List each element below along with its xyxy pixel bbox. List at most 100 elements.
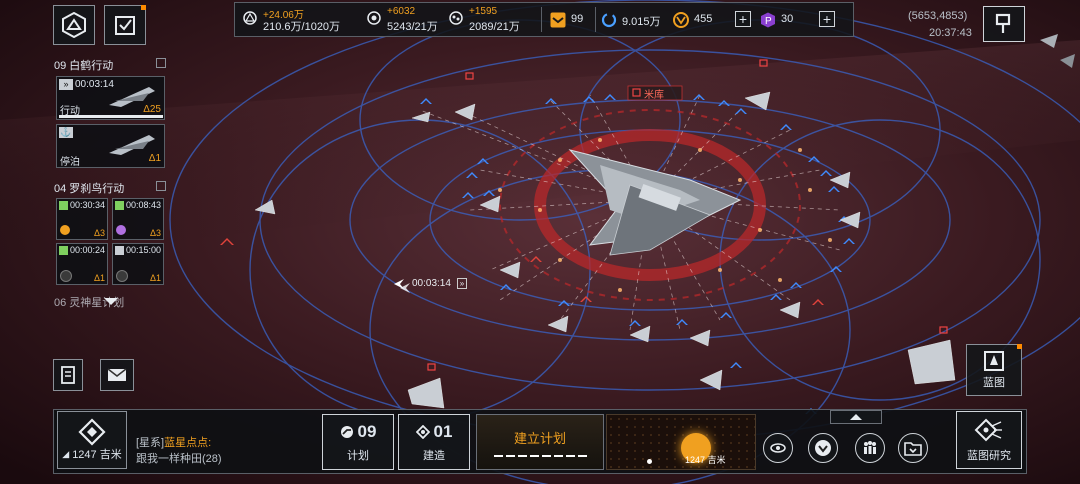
plan-label: 计划 — [347, 449, 369, 462]
checklist-icon — [115, 16, 135, 35]
arrow-icon: ◢ — [62, 448, 70, 459]
blueprint-label: 蓝图 — [983, 377, 1005, 389]
plan-progress-dashes — [493, 454, 587, 457]
storage-button[interactable] — [898, 433, 928, 463]
fleet-count-value: 3 — [155, 228, 161, 238]
speed-icon: » — [59, 79, 73, 90]
fleet-timer: 00:00:24 — [70, 245, 106, 255]
hexagon-triangle-icon — [62, 12, 86, 38]
fleet-mini-card[interactable]: 00:00:24 Δ1 — [56, 243, 108, 285]
flag-pin-icon — [995, 13, 1011, 33]
galaxy-button[interactable] — [53, 5, 95, 45]
crystal-value: 5243/21万 — [387, 21, 438, 33]
chat-preview[interactable]: [星系]蓝星点点: — [136, 434, 211, 450]
expand-up-button[interactable] — [830, 410, 882, 424]
deuterium-delta: +1595 — [469, 6, 498, 17]
fleet-card-active[interactable]: » 00:03:14 行动 Δ25 — [56, 76, 165, 120]
resource-dot-icon — [116, 225, 126, 235]
resource-dot-icon — [116, 270, 128, 282]
gold-value: 455 — [694, 13, 713, 25]
plan-button[interactable]: 09 计划 — [322, 414, 394, 470]
deuterium-icon — [449, 11, 463, 25]
distance-readout: ◢ 1247 吉米 — [62, 446, 121, 462]
build-button[interactable]: 01 建造 — [398, 414, 470, 470]
build-count-row: 01 — [415, 421, 453, 442]
resource-dot-icon — [60, 225, 70, 235]
circuit-diamond-icon — [974, 418, 1002, 441]
minimap[interactable]: 1247 吉米 — [606, 414, 756, 470]
deuterium-value: 2089/21万 — [469, 21, 520, 33]
galaxy-view-button[interactable] — [763, 433, 793, 463]
gold-coin-icon — [673, 12, 689, 28]
divider — [595, 7, 596, 32]
chat-channel: [星系] — [136, 437, 165, 449]
download-button[interactable] — [808, 433, 838, 463]
server-clock: 20:37:43 — [929, 27, 972, 39]
mining-icon — [59, 246, 68, 255]
tasks-button[interactable] — [104, 5, 146, 45]
add-gold-button[interactable]: + — [735, 11, 751, 27]
plan-count-row: 09 — [340, 422, 376, 442]
locate-button[interactable]: ◢ 1247 吉米 — [57, 411, 127, 469]
expand-chevron-icon[interactable] — [104, 298, 118, 305]
blueprint-icon — [984, 351, 1004, 371]
fleet-count-value: 1 — [155, 273, 161, 283]
establish-plan-label: 建立计划 — [513, 430, 566, 446]
establish-plan-button[interactable]: 建立计划 — [476, 414, 604, 470]
fleet-timer-value: 00:03:14 — [412, 278, 451, 289]
crystal-icon — [367, 11, 381, 25]
fast-forward-icon[interactable]: » — [456, 278, 468, 289]
collapse-icon[interactable] — [156, 58, 166, 68]
build-label: 建造 — [423, 449, 445, 462]
minimap-dot — [647, 459, 652, 464]
fleet-group-title[interactable]: 04 罗刹鸟行动 — [54, 180, 124, 196]
fleet-count: Δ3 — [94, 228, 105, 238]
divider — [541, 7, 542, 32]
notification-dot — [141, 5, 146, 10]
anchor-icon: ⚓ — [59, 127, 73, 138]
fleet-mini-card[interactable]: 00:08:43 Δ3 — [112, 198, 164, 240]
spiral-galaxy-icon — [770, 443, 786, 453]
add-purple-button[interactable]: + — [819, 11, 835, 27]
fleet-mini-card[interactable]: 00:30:34 Δ3 — [56, 198, 108, 240]
minimap-distance: 1247 吉米 — [685, 455, 726, 465]
blueprint-research-label: 蓝图研究 — [967, 449, 1011, 462]
fleet-count-value: 25 — [149, 104, 161, 115]
build-count: 01 — [433, 421, 453, 441]
fleet-status: 停泊 — [60, 157, 80, 168]
mail-button[interactable] — [100, 359, 134, 391]
moving-fleet-timer[interactable]: 00:03:14 » — [412, 278, 468, 289]
plan-icon — [340, 425, 353, 438]
blueprint-research-button[interactable]: 蓝图研究 — [956, 411, 1022, 469]
fleet-count-value: 3 — [99, 228, 105, 238]
fleet-timer: 00:30:34 — [70, 200, 106, 210]
plus-icon: + — [822, 11, 832, 27]
resource-bar: +24.06万 210.6万/1020万 +6032 5243/21万 +159… — [234, 2, 854, 37]
fleet-group-title[interactable]: 09 白鹤行动 — [54, 57, 113, 73]
target-diamond-icon — [78, 418, 106, 446]
chat-message[interactable]: 跟我一样种田(28) — [136, 450, 222, 466]
fleet-timer: 00:08:43 — [126, 200, 162, 210]
mining-icon — [115, 246, 124, 255]
document-icon — [61, 366, 75, 384]
station-name-label[interactable]: 米库 — [644, 86, 664, 101]
fleet-count-value: 1 — [155, 153, 161, 164]
plus-icon: + — [738, 11, 748, 27]
cycle-icon — [601, 12, 617, 28]
chevron-up-icon — [850, 414, 862, 420]
alliance-button[interactable] — [855, 433, 885, 463]
log-button[interactable] — [53, 359, 83, 391]
fleet-card-docked[interactable]: ⚓ 停泊 Δ1 — [56, 124, 165, 168]
blueprint-button[interactable]: 蓝图 — [966, 344, 1022, 396]
chat-user: 蓝星点点: — [164, 437, 212, 449]
metal-value: 210.6万/1020万 — [263, 21, 341, 33]
distance-value: 1247 吉米 — [72, 449, 122, 461]
envelope-icon — [107, 368, 127, 381]
badge-value: 99 — [571, 13, 584, 25]
fleet-count: Δ1 — [94, 273, 105, 283]
fleet-mini-card[interactable]: 00:15:00 Δ1 — [112, 243, 164, 285]
fleet-count: Δ25 — [143, 104, 161, 115]
collapse-icon[interactable] — [156, 181, 166, 191]
delta-icon: Δ — [143, 104, 150, 115]
bookmark-button[interactable] — [983, 6, 1025, 42]
